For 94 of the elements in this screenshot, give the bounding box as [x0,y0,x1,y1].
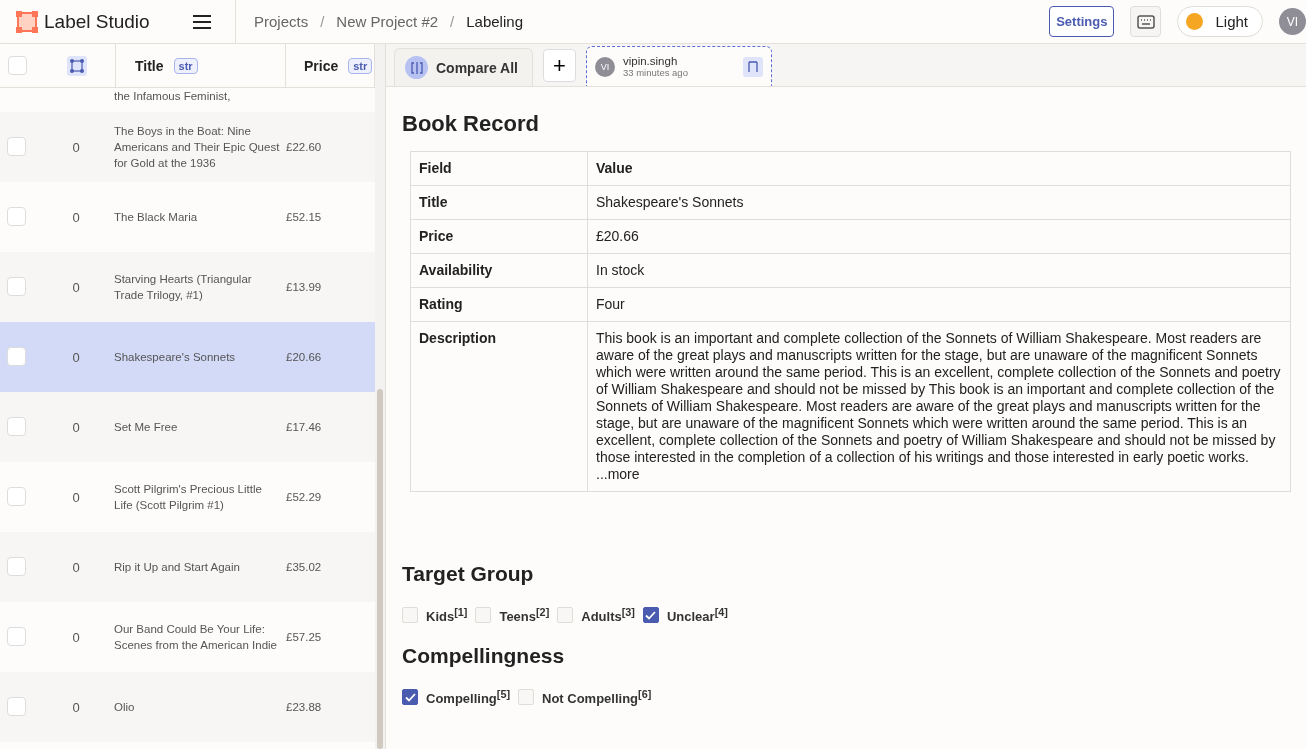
table-cell-text: 0 [71,349,81,365]
breadcrumb-separator: / [450,13,455,30]
checkbox-option[interactable]: Teens$^{[2]}$ [475,606,550,625]
breadcrumb-link[interactable]: Projects [254,13,309,30]
user-name: vipin.singh [622,55,679,67]
table-cell-text: 0 [71,279,81,295]
section-title: Compellingness [402,644,566,669]
table-cell-text: £20.66 [286,351,323,363]
row-checkbox[interactable] [7,556,26,576]
settings-button[interactable]: Settings [1049,6,1115,37]
table-cell-text: 0 [71,139,81,155]
user-avatar: VI [594,56,615,77]
table-cell-text: 0 [71,489,81,505]
table-cell-text: £52.15 [286,211,323,223]
checkbox-option[interactable]: Kids$^{[1]}$ [402,606,468,625]
add-button[interactable]: + [542,49,576,82]
table-cell-text: 0 [71,419,81,435]
table-cell: Price [410,219,588,254]
table-cell-text: Our Band Could Be Your Life: Scenes from the American Indie [114,622,278,653]
table-cell-text: 0 [71,559,81,575]
table-row[interactable]: 0 Olio £23.88 [0,672,375,742]
compare-all-tab[interactable]: Compare All [394,48,533,86]
row-checkbox[interactable] [7,346,26,366]
row-checkbox[interactable] [7,486,26,506]
table-cell-text: Set Me Free [114,420,179,435]
column-header[interactable]: Price [304,57,339,74]
table-cell-text: 0 [71,699,81,715]
table-header: Field [410,151,588,186]
table-cell: Description [410,321,588,492]
table-cell-text: £52.29 [286,491,323,503]
checkbox[interactable] [642,607,659,624]
columns-icon [405,56,428,79]
table-cell: In stock [587,253,1291,288]
checkbox[interactable] [402,689,418,706]
table-cell-text: £13.99 [286,281,323,293]
table-cell: Rating [410,287,588,322]
table-cell-text: £23.88 [286,701,323,713]
table-cell: This book is an important and complete collection of the Sonnets of William Shakespeare. Most readers are aware of the great plays and manuscripts written for the stage, but are unaware of the magnificent Sonnets which were written around the same period. This is an excellent, complete collection of the Sonnets and poetry of William Shakespeare and should not be missed by This book is an important and complete collection of the Sonnets of William Shakespeare. Most readers are aware of the great plays and manuscripts written for the stage, but are unaware of the magnificent Sonnets which were written around the same period. This is an excellent, complete collection of the Sonnets and poetry of William Shakespeare and should not be missed by those interested in the completion of a collection of his writings and those interested in early poetic works. ...more [587,321,1291,492]
scrollbar-thumb[interactable] [377,389,383,749]
type-tag: str [348,57,373,74]
annotation-icon [742,56,763,77]
keyboard-icon [1136,14,1155,29]
menu-icon[interactable] [191,13,212,30]
table-row[interactable]: 0 Starving Hearts (Triangular Trade Trilogy, #1) £13.99 [0,252,375,322]
table-cell-text: Starving Hearts (Triangular Trade Trilogy, #1) [114,272,253,303]
table-cell-text: the Infamous Feminist, [114,89,232,104]
timestamp: 33 minutes ago [622,67,689,78]
table-cell-text: Olio [114,700,136,715]
table-cell: £20.66 [587,219,1291,254]
table-row[interactable]: 0 Rip it Up and Start Again £35.02 [0,532,375,602]
section-title: Target Group [402,562,535,586]
breadcrumb-link[interactable]: New Project #2 [336,13,439,30]
theme-toggle[interactable]: Light [1177,6,1263,37]
table-row[interactable]: 0 Shakespeare's Sonnets £20.66 [0,322,375,392]
table-cell: Shakespeare's Sonnets [587,185,1291,220]
table-cell-text: £22.60 [286,141,323,153]
row-checkbox[interactable] [7,206,26,226]
annotation-tab[interactable]: VI vipin.singh 33 minutes ago [585,46,772,86]
row-checkbox[interactable] [7,136,26,156]
sun-icon [1186,13,1204,30]
table-cell-text: Rip it Up and Start Again [114,560,241,575]
table-cell-text: 0 [71,209,81,225]
app-logo: Label Studio [44,10,150,33]
table-cell: Availability [410,253,588,288]
table-cell-text: £35.02 [286,561,323,573]
logo-icon [16,10,38,33]
checkbox-option[interactable]: Unclear$^{[4]}$ [642,606,728,625]
row-checkbox[interactable] [7,416,26,436]
row-checkbox[interactable] [7,696,26,716]
select-all-checkbox[interactable] [8,56,27,75]
table-row[interactable]: 0 The Boys in the Boat: Nine Americans and Their Epic Quest for Gold at the 1936 £22.60 [0,112,375,182]
table-cell-text: Shakespeare's Sonnets [114,350,237,365]
table-cell-text: Scott Pilgrim's Precious Little Life (Scott Pilgrim #1) [114,482,263,513]
checkbox-option[interactable]: Not Compelling$^{[6]}$ [518,688,652,707]
row-checkbox[interactable] [7,276,26,296]
table-cell-text: 0 [71,629,81,645]
keyboard-button[interactable] [1130,6,1162,37]
section-title: Book Record [402,111,540,137]
column-header[interactable]: Title [135,57,164,74]
table-row[interactable]: 0 Set Me Free £17.46 [0,392,375,462]
table-cell: Title [410,185,588,220]
table-cell-text: £17.46 [286,421,323,433]
annotations-icon [67,55,87,76]
table-cell-text: £57.25 [286,631,323,643]
breadcrumb-link[interactable]: Labeling [466,13,523,30]
checkbox-option[interactable]: Adults$^{[3]}$ [557,606,635,625]
table-cell-text: The Boys in the Boat: Nine Americans and Their Epic Quest for Gold at the 1936 [114,124,281,171]
breadcrumb-separator: / [320,13,325,30]
type-tag: str [173,57,198,74]
table-cell: Four [587,287,1291,322]
table-header: Value [587,151,1291,186]
table-cell-text: The Black Maria [114,210,199,225]
checkbox-option[interactable]: Compelling$^{[5]}$ [402,688,510,707]
row-checkbox[interactable] [7,626,26,646]
